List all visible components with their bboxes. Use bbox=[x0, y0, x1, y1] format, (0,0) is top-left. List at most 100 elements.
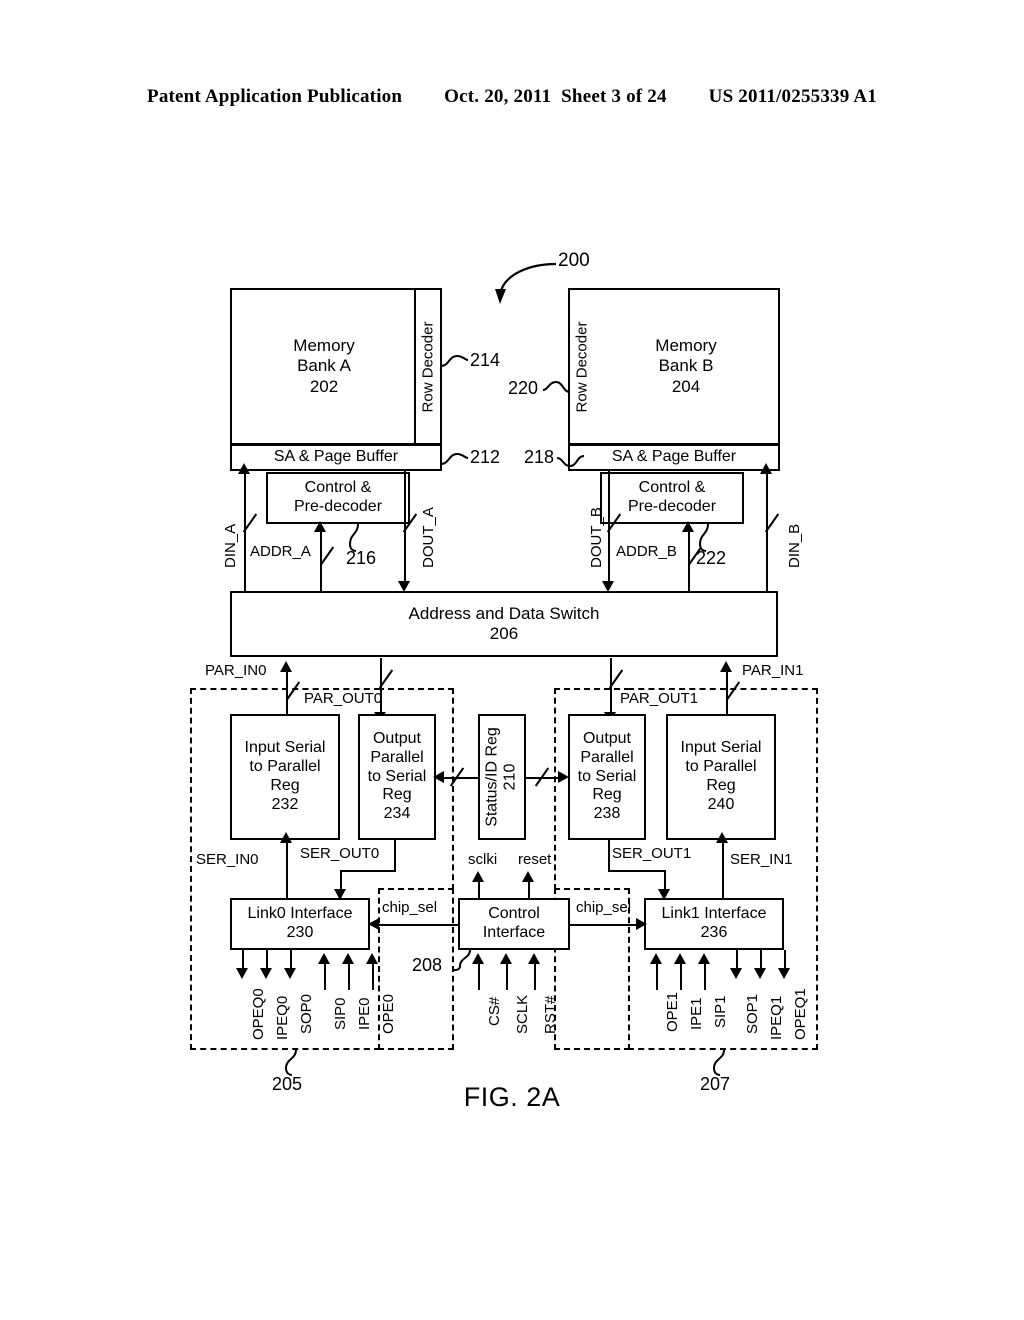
pin-sip1-arrow bbox=[698, 953, 710, 964]
link1-region-dashed-mid bbox=[554, 888, 630, 890]
ops0-ref: 234 bbox=[383, 805, 411, 823]
link0-interface: Link0 Interface 230 bbox=[230, 898, 370, 950]
chip-sel-right-arrow bbox=[636, 918, 647, 930]
par-in0-label: PAR_IN0 bbox=[205, 662, 267, 679]
bank-a-ref: 202 bbox=[309, 376, 339, 396]
bank-b-line1: Memory bbox=[655, 336, 717, 356]
pin-sip1-label: SIP1 bbox=[712, 995, 729, 1028]
pin-sop0-line bbox=[290, 950, 292, 970]
addr-a-label: ADDR_A bbox=[250, 543, 311, 560]
ref-222: 222 bbox=[696, 548, 727, 568]
pin-ipeq0-line bbox=[266, 950, 268, 970]
ops1-ref: 238 bbox=[593, 805, 621, 823]
row-decoder-b-label: Row Decoder bbox=[573, 321, 591, 412]
pin-sclk-label: SCLK bbox=[514, 994, 531, 1034]
pin-ipe0-label: IPE0 bbox=[356, 997, 373, 1030]
pin-ope1-line bbox=[656, 962, 658, 990]
pin-ipe1-arrow bbox=[674, 953, 686, 964]
pin-ipeq1-label: IPEQ1 bbox=[768, 995, 785, 1040]
pin-sop1-line bbox=[736, 950, 738, 970]
ops1-line1: Output bbox=[582, 729, 631, 747]
ser-in1-arrow bbox=[716, 832, 728, 843]
sa-page-buffer-b: SA & Page Buffer bbox=[568, 444, 780, 471]
pin-ipe1-label: IPE1 bbox=[688, 997, 705, 1030]
bank-b-line2: Bank B bbox=[658, 356, 714, 376]
isp0-line3: Reg bbox=[270, 777, 300, 794]
dout-b-label: DOUT_B bbox=[588, 507, 605, 568]
ser-in0-line2 bbox=[286, 843, 288, 893]
ref-214: 214 bbox=[470, 350, 501, 370]
pin-sclk-line bbox=[506, 962, 508, 990]
link0-title: Link0 Interface bbox=[247, 905, 353, 923]
chip-sel-right-line bbox=[568, 924, 644, 926]
pin-opeq0-line bbox=[242, 950, 244, 970]
ops0-line2: Parallel bbox=[370, 748, 424, 766]
ops1-line3: to Serial bbox=[577, 767, 637, 785]
ops0-line3: to Serial bbox=[367, 767, 427, 785]
pin-opeq0-arrow bbox=[236, 968, 248, 979]
par-in0-arrow bbox=[280, 661, 292, 672]
dout-a-label: DOUT_A bbox=[420, 507, 437, 568]
bank-a-line1: Memory bbox=[293, 336, 355, 356]
isp0-ref: 232 bbox=[271, 795, 299, 813]
isp1-ref: 240 bbox=[707, 795, 735, 813]
pin-ipe0-line bbox=[348, 962, 350, 990]
pin-cs-arrow bbox=[472, 953, 484, 964]
pin-ope1-arrow bbox=[650, 953, 662, 964]
isp0-line2: to Parallel bbox=[249, 758, 321, 776]
chip-sel-left-arrow bbox=[368, 918, 379, 930]
ref-208-leader bbox=[453, 949, 471, 971]
ref-218-leader bbox=[556, 455, 585, 468]
control-predecoder-a: Control & Pre-decoder bbox=[266, 472, 410, 524]
din-a-label: DIN_A bbox=[222, 523, 239, 568]
sclki-label: sclki bbox=[468, 851, 498, 868]
pin-ope0-line bbox=[372, 962, 374, 990]
system-ref-leader bbox=[495, 262, 557, 304]
control-predecoder-a-line2: Pre-decoder bbox=[293, 498, 383, 515]
isp0-line1: Input Serial bbox=[244, 739, 326, 757]
ref-208: 208 bbox=[412, 955, 443, 975]
system-ref-200: 200 bbox=[558, 250, 590, 271]
pin-sop1-label: SOP1 bbox=[744, 993, 761, 1034]
ref-214-leader bbox=[440, 354, 469, 367]
par-in1-label: PAR_IN1 bbox=[742, 662, 804, 679]
sa-page-buffer-a-label: SA & Page Buffer bbox=[273, 448, 399, 466]
sclki-arrow bbox=[472, 871, 484, 882]
ser-out1-line-v1 bbox=[608, 840, 610, 872]
control-interface-line2: Interface bbox=[482, 924, 546, 941]
header-sheet: Sheet 3 of 24 bbox=[561, 86, 667, 107]
addr-a-bus-slash bbox=[319, 546, 335, 566]
control-predecoder-b: Control & Pre-decoder bbox=[600, 472, 744, 524]
ser-in0-label: SER_IN0 bbox=[196, 851, 259, 868]
link1-title: Link1 Interface bbox=[661, 905, 767, 923]
ser-out0-line-h bbox=[340, 870, 396, 872]
pin-sop0-arrow bbox=[284, 968, 296, 979]
pin-sip0-label: SIP0 bbox=[332, 997, 349, 1030]
memory-bank-a: Memory Bank A 202 bbox=[230, 288, 416, 445]
control-predecoder-a-line1: Control & bbox=[304, 479, 372, 497]
ser-out1-label: SER_OUT1 bbox=[612, 845, 692, 862]
isp1-line2: to Parallel bbox=[685, 758, 757, 776]
header-date: Oct. 20, 2011 bbox=[444, 86, 552, 107]
memory-bank-b: Memory Bank B 204 bbox=[594, 288, 780, 445]
status-id-reg: Status/ID Reg 210 bbox=[478, 714, 526, 840]
pin-ipeq0-label: IPEQ0 bbox=[274, 995, 291, 1040]
ref-220-leader bbox=[542, 380, 571, 393]
link0-region-dashed-mid bbox=[378, 888, 454, 890]
par-in1-arrow bbox=[720, 661, 732, 672]
ops1-line4: Reg bbox=[592, 786, 622, 804]
ref-212-leader bbox=[440, 452, 469, 465]
pin-ope0-label: OPE0 bbox=[380, 993, 397, 1034]
pin-sclk-arrow bbox=[500, 953, 512, 964]
switch-ref: 206 bbox=[489, 624, 519, 643]
bank-a-line2: Bank A bbox=[297, 356, 351, 376]
addr-b-arrow bbox=[682, 521, 694, 532]
pin-rst-label: RST# bbox=[542, 995, 559, 1034]
pin-sip1-line bbox=[704, 962, 706, 990]
row-decoder-a-label: Row Decoder bbox=[419, 321, 437, 412]
pin-ipeq1-arrow bbox=[754, 968, 766, 979]
ser-out0-line-v1 bbox=[394, 840, 396, 872]
address-and-data-switch: Address and Data Switch 206 bbox=[230, 591, 778, 657]
reset-arrow bbox=[522, 871, 534, 882]
par-out1-label: PAR_OUT1 bbox=[620, 690, 699, 707]
